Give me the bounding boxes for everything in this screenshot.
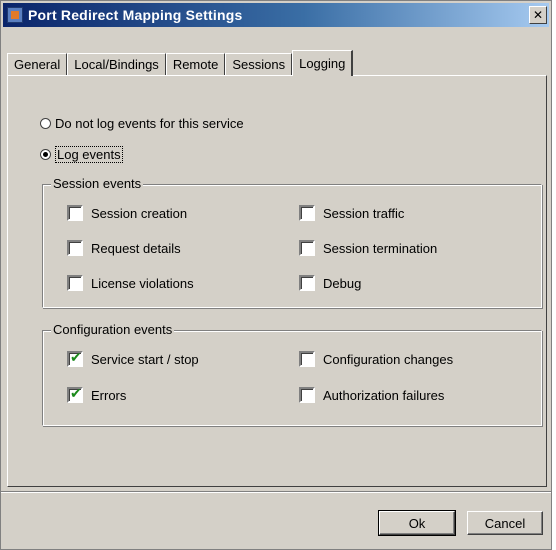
checkbox-box[interactable] <box>299 351 315 367</box>
checkbox-service-start-stop[interactable]: ✔ Service start / stop <box>67 351 199 367</box>
checkbox-session-termination[interactable]: Session termination <box>299 240 437 256</box>
checkbox-label: Debug <box>323 275 362 291</box>
checkbox-session-traffic[interactable]: Session traffic <box>299 205 404 221</box>
checkbox-box[interactable] <box>299 240 315 256</box>
checkbox-label: Session termination <box>323 240 438 256</box>
check-mark-icon: ✔ <box>70 386 82 402</box>
radio-label: Log events <box>55 146 123 163</box>
close-icon: ✕ <box>532 8 544 22</box>
checkbox-errors[interactable]: ✔ Errors <box>67 387 126 403</box>
checkbox-label: Request details <box>91 240 181 256</box>
checkbox-license-violations[interactable]: License violations <box>67 275 194 291</box>
check-mark-icon: ✔ <box>70 350 82 366</box>
group-title: Configuration events <box>51 322 175 337</box>
tab-sessions[interactable]: Sessions <box>225 53 293 75</box>
checkbox-configuration-changes[interactable]: Configuration changes <box>299 351 453 367</box>
tab-local-bindings[interactable]: Local/Bindings <box>67 53 166 75</box>
checkbox-box[interactable] <box>67 240 83 256</box>
button-separator <box>1 491 551 493</box>
checkbox-debug[interactable]: Debug <box>299 275 361 291</box>
checkbox-box[interactable] <box>299 205 315 221</box>
checkbox-label: Authorization failures <box>323 387 445 403</box>
checkbox-label: Session creation <box>91 205 188 221</box>
tab-general[interactable]: General <box>7 53 68 75</box>
session-events-group: Session events Session creation Session … <box>42 176 542 308</box>
checkbox-authorization-failures[interactable]: Authorization failures <box>299 387 444 403</box>
checkbox-box[interactable]: ✔ <box>67 351 83 367</box>
checkbox-box[interactable] <box>299 275 315 291</box>
ok-button[interactable]: Ok <box>378 510 456 536</box>
checkbox-label: Session traffic <box>323 205 405 221</box>
configuration-events-group: Configuration events ✔ Service start / s… <box>42 322 542 426</box>
app-icon <box>7 7 23 23</box>
tab-logging[interactable]: Logging <box>292 50 354 76</box>
checkbox-session-creation[interactable]: Session creation <box>67 205 187 221</box>
radio-do-not-log[interactable]: Do not log events for this service <box>40 116 244 131</box>
settings-dialog: Port Redirect Mapping Settings ✕ General… <box>0 0 552 550</box>
tab-strip: General Local/Bindings Remote Sessions L… <box>7 49 354 76</box>
checkbox-box[interactable] <box>299 387 315 403</box>
checkbox-label: Service start / stop <box>91 351 199 367</box>
radio-label: Do not log events for this service <box>55 116 244 131</box>
checkbox-box[interactable]: ✔ <box>67 387 83 403</box>
radio-button[interactable] <box>40 118 51 129</box>
close-button[interactable]: ✕ <box>529 6 547 24</box>
checkbox-box[interactable] <box>67 205 83 221</box>
cancel-button[interactable]: Cancel <box>467 511 543 535</box>
checkbox-box[interactable] <box>67 275 83 291</box>
checkbox-label: License violations <box>91 275 194 291</box>
radio-button-selected[interactable] <box>40 149 51 160</box>
tab-remote[interactable]: Remote <box>165 53 226 75</box>
title-bar[interactable]: Port Redirect Mapping Settings ✕ <box>3 3 549 27</box>
radio-log-events[interactable]: Log events <box>40 146 123 163</box>
logging-panel: Do not log events for this service Log e… <box>7 75 547 487</box>
window-title: Port Redirect Mapping Settings <box>28 7 243 23</box>
checkbox-label: Errors <box>91 387 127 403</box>
checkbox-label: Configuration changes <box>323 351 454 367</box>
checkbox-request-details[interactable]: Request details <box>67 240 181 256</box>
group-title: Session events <box>51 176 144 191</box>
